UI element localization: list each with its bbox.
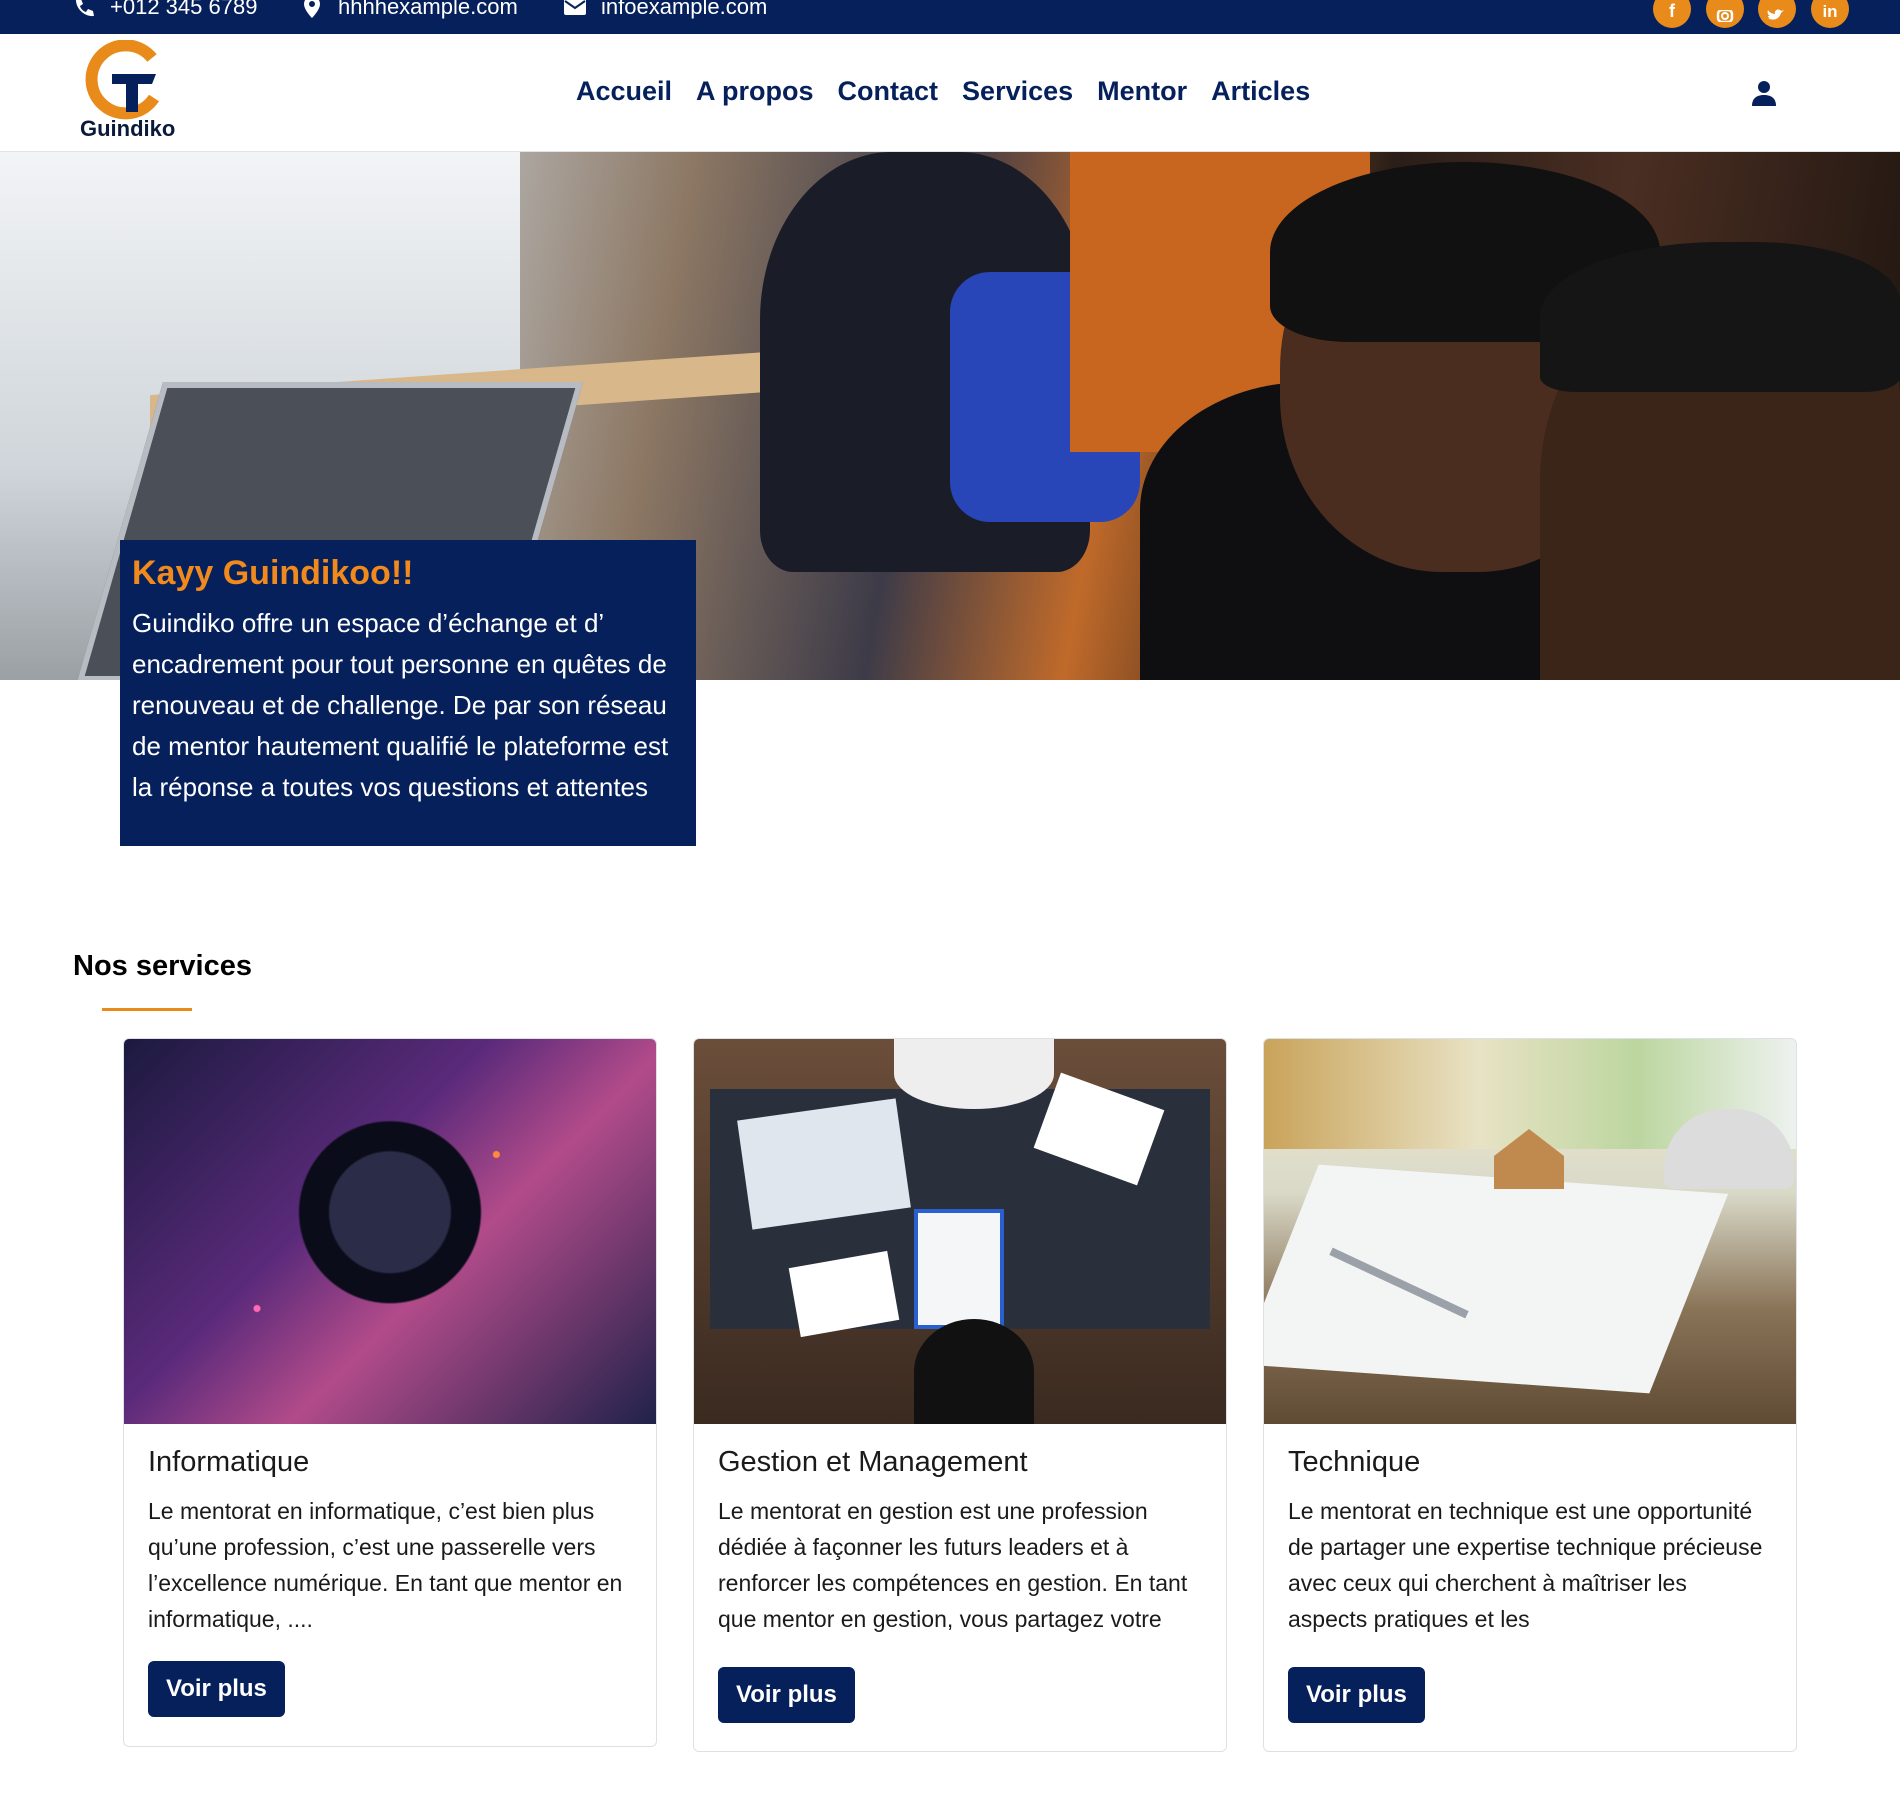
card-description: Le mentorat en gestion est une professio… xyxy=(718,1498,1188,1632)
nav-item-articles[interactable]: Articles xyxy=(1211,76,1310,107)
instagram-icon[interactable] xyxy=(1706,0,1744,28)
man-hair xyxy=(1540,242,1900,392)
hero-intro-card: Kayy Guindikoo!! Guindiko offre un espac… xyxy=(120,540,696,846)
nav-item-mentor[interactable]: Mentor xyxy=(1097,76,1187,107)
circuit-board-image xyxy=(124,1039,656,1424)
business-meeting-image xyxy=(694,1039,1226,1424)
main-navbar: Guindiko Accueil A propos Contact Servic… xyxy=(0,34,1900,152)
nav-item-contact[interactable]: Contact xyxy=(838,76,939,107)
card-description: Le mentorat en technique est une opportu… xyxy=(1288,1498,1763,1632)
voir-plus-button[interactable]: Voir plus xyxy=(148,1661,285,1717)
hero-description: Guindiko offre un espace d’échange et d’… xyxy=(132,608,669,802)
email-text: infoexample.com xyxy=(601,0,768,19)
guindiko-logo-icon[interactable] xyxy=(82,40,164,122)
linkedin-icon[interactable]: in xyxy=(1811,0,1849,28)
service-card-informatique: Informatique Le mentorat en informatique… xyxy=(123,1038,657,1747)
nav-item-services[interactable]: Services xyxy=(962,76,1073,107)
address-text: hhhhexample.com xyxy=(338,0,518,19)
email-contact[interactable]: infoexample.com xyxy=(563,0,767,20)
card-title: Informatique xyxy=(148,1446,310,1478)
brand-name[interactable]: Guindiko xyxy=(80,116,175,142)
envelope-icon xyxy=(563,0,587,19)
service-card-gestion: Gestion et Management Le mentorat en ges… xyxy=(693,1038,1227,1752)
nav-item-a-propos[interactable]: A propos xyxy=(696,76,814,107)
phone-icon xyxy=(72,0,96,19)
nav-item-accueil[interactable]: Accueil xyxy=(576,76,672,107)
card-title: Gestion et Management xyxy=(718,1446,1028,1478)
phone-contact[interactable]: +012 345 6789 xyxy=(72,0,257,20)
address-contact[interactable]: hhhhexample.com xyxy=(300,0,518,20)
top-bar: +012 345 6789 hhhhexample.com infoexampl… xyxy=(0,0,1900,34)
twitter-icon[interactable] xyxy=(1758,0,1796,28)
facebook-icon[interactable]: f xyxy=(1653,0,1691,28)
voir-plus-button[interactable]: Voir plus xyxy=(718,1667,855,1723)
card-description: Le mentorat en informatique, c’est bien … xyxy=(148,1498,623,1632)
card-title: Technique xyxy=(1288,1446,1421,1478)
service-card-technique: Technique Le mentorat en technique est u… xyxy=(1263,1038,1797,1752)
services-section-title: Nos services xyxy=(73,950,252,982)
title-underline xyxy=(102,1008,192,1011)
user-account-icon[interactable] xyxy=(1752,80,1776,106)
hero-title: Kayy Guindikoo!! xyxy=(132,554,414,592)
phone-text: +012 345 6789 xyxy=(110,0,258,19)
map-pin-icon xyxy=(300,0,324,19)
voir-plus-button[interactable]: Voir plus xyxy=(1288,1667,1425,1723)
architecture-blueprint-image xyxy=(1264,1039,1796,1424)
nav-menu: Accueil A propos Contact Services Mentor… xyxy=(576,76,1310,107)
